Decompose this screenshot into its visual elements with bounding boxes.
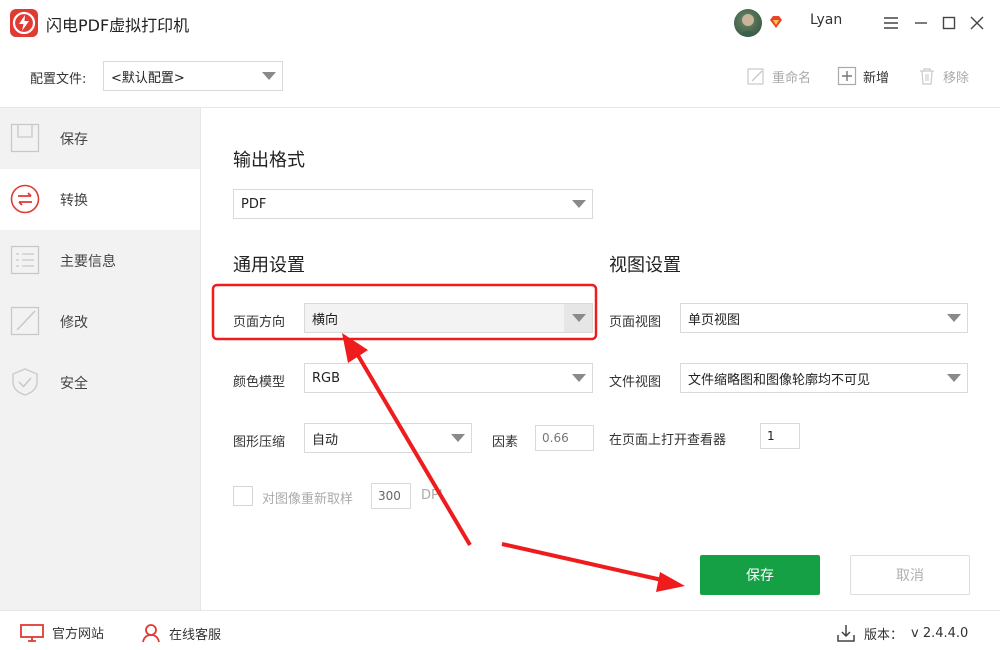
sidebar-item-save[interactable]: 保存 [0,108,200,169]
website-label: 官方网站 [52,627,105,642]
save-button[interactable]: 保存 [700,555,820,595]
orientation-label: 页面方向 [233,315,286,330]
color-model-label: 颜色模型 [233,375,286,390]
sidebar-item-label: 保存 [60,131,88,148]
resample-unit: DPI [421,488,443,503]
open-viewer-input[interactable]: 1 [760,423,800,449]
output-format-value: PDF [241,196,267,212]
add-icon [837,66,857,86]
page-view-label: 页面视图 [609,315,662,330]
color-model-select[interactable]: RGB [304,363,593,393]
cancel-button[interactable]: 取消 [850,555,970,595]
sidebar-item-info[interactable]: 主要信息 [0,230,200,291]
rename-button[interactable]: 重命名 [746,66,811,86]
doc-view-label: 文件视图 [609,375,662,390]
chevron-down-icon [572,374,586,382]
website-link[interactable]: 官方网站 [20,623,104,642]
app-title: 闪电PDF虚拟打印机 [46,16,190,35]
page-view-value: 单页视图 [688,312,741,328]
maximize-icon[interactable] [938,12,960,34]
remove-label: 移除 [943,70,970,86]
doc-view-value: 文件缩略图和图像轮廓均不可见 [688,372,871,388]
arrow-to-save [501,542,685,592]
sidebar: 保存 转换 主要信息 修改 安全 [0,108,201,610]
sidebar-item-security[interactable]: 安全 [0,352,200,413]
open-viewer-label: 在页面上打开查看器 [609,433,727,448]
chevron-down-icon [947,314,961,322]
sidebar-item-label: 修改 [60,314,88,331]
version-value: v 2.4.4.0 [911,625,969,641]
chevron-down-icon [572,200,586,208]
sidebar-item-label: 主要信息 [60,253,116,270]
version-info: 版本： v 2.4.4.0 [836,623,968,643]
sidebar-item-label: 转换 [60,192,88,209]
sidebar-item-label: 安全 [60,375,88,392]
profile-select-value: <默认配置> [111,70,185,86]
shield-icon [10,367,40,397]
user-support-icon [142,624,160,643]
sidebar-item-convert[interactable]: 转换 [0,169,200,230]
remove-button[interactable]: 移除 [917,66,969,86]
title-bar: 闪电PDF虚拟打印机 Lyan [0,0,1000,46]
rename-label: 重命名 [772,70,812,86]
profile-label: 配置文件: [30,72,87,87]
rename-icon [747,68,764,85]
chevron-down-icon [572,314,586,322]
support-label: 在线客服 [169,627,222,643]
orientation-value: 横向 [312,312,339,328]
factor-label: 因素 [492,435,519,450]
chevron-down-icon [947,374,961,382]
resample-label: 对图像重新取样 [262,492,354,507]
view-settings-title: 视图设置 [609,255,681,276]
compression-select[interactable]: 自动 [304,423,472,453]
orientation-select[interactable]: 横向 [304,303,593,333]
info-icon [10,245,40,275]
monitor-icon [20,623,44,642]
minimize-icon[interactable] [910,12,932,34]
output-format-select[interactable]: PDF [233,189,593,219]
output-format-title: 输出格式 [233,150,305,171]
color-model-value: RGB [312,370,341,386]
add-label: 新增 [863,70,890,86]
general-settings-title: 通用设置 [233,255,305,276]
doc-view-select[interactable]: 文件缩略图和图像轮廓均不可见 [680,363,968,393]
compression-value: 自动 [312,432,339,448]
support-link[interactable]: 在线客服 [141,623,221,643]
chevron-down-icon [451,434,465,442]
profile-select[interactable]: <默认配置> [103,61,283,91]
add-button[interactable]: 新增 [837,66,889,86]
chevron-down-icon [262,72,276,80]
user-name[interactable]: Lyan [810,12,842,28]
app-logo [10,9,38,37]
profile-bar: 配置文件: <默认配置> 重命名 新增 移除 [0,46,1000,108]
save-icon [10,123,40,153]
factor-input[interactable]: 0.66 [535,425,594,451]
vip-badge-icon [768,14,784,30]
edit-icon [10,306,40,336]
page-view-select[interactable]: 单页视图 [680,303,968,333]
trash-icon [920,68,934,85]
menu-icon[interactable] [880,12,902,34]
compression-label: 图形压缩 [233,435,286,450]
sidebar-item-edit[interactable]: 修改 [0,291,200,352]
close-icon[interactable] [966,12,988,34]
download-icon [837,625,855,642]
footer: 官方网站 在线客服 版本： v 2.4.4.0 [0,610,1000,650]
convert-icon [10,184,40,214]
resample-checkbox[interactable] [233,486,253,506]
resample-dpi-input[interactable]: 300 [371,483,411,509]
avatar[interactable] [734,9,762,37]
version-label: 版本： [864,627,904,643]
